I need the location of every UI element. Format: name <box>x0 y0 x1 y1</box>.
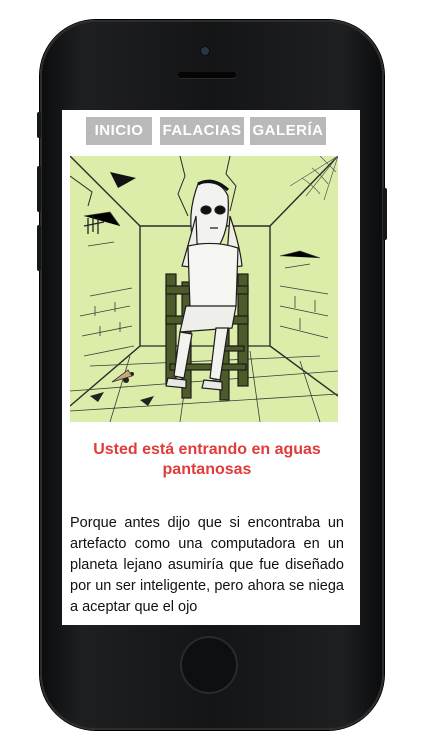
phone-screen: INICIO FALACIAS GALERÍA Usted está entra… <box>62 110 360 625</box>
tab-galeria[interactable]: GALERÍA <box>250 117 326 145</box>
volume-up-button <box>37 166 41 212</box>
earpiece-speaker <box>178 72 236 78</box>
hero-illustration <box>70 156 338 422</box>
home-button[interactable] <box>180 636 238 694</box>
tab-falacias[interactable]: FALACIAS <box>160 117 244 145</box>
tab-inicio[interactable]: INICIO <box>86 117 152 145</box>
front-camera-icon <box>201 47 209 55</box>
volume-down-button <box>37 225 41 271</box>
content-headline: Usted está entrando en aguas pantanosas <box>93 441 321 478</box>
content-body: Porque antes dijo que si encontraba un a… <box>70 515 344 615</box>
mute-switch <box>37 112 41 138</box>
power-button <box>383 188 387 240</box>
illustration-chair-figure-icon <box>70 156 338 422</box>
top-navigation: INICIO FALACIAS GALERÍA <box>62 117 360 145</box>
